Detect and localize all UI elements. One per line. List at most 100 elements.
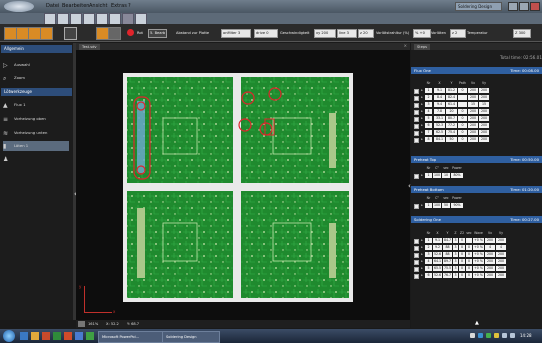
table-cell[interactable]: 0: [459, 266, 465, 271]
table-cell[interactable]: 0: [466, 259, 472, 264]
table-cell[interactable]: 33.1: [434, 116, 445, 121]
table-cell[interactable]: 200: [485, 266, 495, 271]
table-cell[interactable]: 200: [468, 88, 478, 93]
height-field[interactable]: z 2: [450, 29, 466, 38]
tool-heater-bottom[interactable]: ≋ Vorheizung unten: [3, 128, 47, 138]
table-cell[interactable]: 9.1: [433, 238, 442, 243]
media-icon[interactable]: [42, 332, 50, 340]
tool-4-icon[interactable]: [40, 27, 53, 40]
table-cell[interactable]: 0: [458, 109, 467, 114]
table-cell[interactable]: [458, 95, 467, 100]
table-cell[interactable]: 4: [425, 109, 432, 114]
preheat-top-row[interactable]: ▸ 1 100 10 80%: [413, 173, 540, 179]
table-cell[interactable]: 200: [485, 259, 495, 264]
table-cell[interactable]: 200: [479, 130, 489, 135]
table-cell[interactable]: 1: [425, 238, 432, 243]
table-cell[interactable]: 82.4: [446, 95, 457, 100]
table-cell[interactable]: +0 %: [473, 245, 484, 250]
menu-bearbeiten[interactable]: Bearbeiten: [62, 3, 89, 9]
table-cell[interactable]: 4: [496, 245, 506, 250]
minimize-button[interactable]: [508, 2, 518, 11]
table-cell[interactable]: 0: [458, 137, 467, 142]
tray-icon[interactable]: [478, 333, 483, 338]
table-cell[interactable]: 0: [458, 123, 467, 128]
table-cell[interactable]: 0: [466, 266, 472, 271]
row-checkbox[interactable]: [414, 96, 419, 101]
maximize-button[interactable]: [519, 2, 529, 11]
table-cell[interactable]: 2: [425, 245, 432, 250]
table-cell[interactable]: 3: [425, 102, 432, 107]
tool-heater-top[interactable]: ≡ Vorheizung oben: [3, 114, 46, 124]
table-cell[interactable]: 15: [479, 102, 489, 107]
table-cell[interactable]: 3: [453, 245, 458, 250]
table-cell[interactable]: 6: [425, 123, 432, 128]
pb-cell[interactable]: 1: [425, 203, 432, 208]
table-cell[interactable]: 50: [446, 137, 457, 142]
table-cell[interactable]: 0: [458, 88, 467, 93]
pt-cell[interactable]: 10: [442, 173, 450, 178]
close-button[interactable]: [530, 2, 540, 11]
table-cell[interactable]: 88: [443, 245, 452, 250]
table-cell[interactable]: 200: [479, 88, 489, 93]
table-cell[interactable]: 200: [468, 95, 478, 100]
table-cell[interactable]: 81.2: [446, 88, 457, 93]
table-cell[interactable]: 75.4: [446, 130, 457, 135]
tool-auswahl[interactable]: ▷ Auswahl: [3, 60, 30, 70]
table-cell[interactable]: 200: [496, 273, 506, 278]
table-cell[interactable]: +0 %: [473, 259, 484, 264]
table-cell[interactable]: 80.7: [446, 116, 457, 121]
table-cell[interactable]: 89.7: [443, 259, 452, 264]
table-cell[interactable]: 15: [468, 102, 478, 107]
table-cell[interactable]: 0: [466, 252, 472, 257]
table-row[interactable]: ▸ 8 84.1 50 0 200 200: [413, 137, 540, 143]
table-row[interactable]: ▸ 3 52.6 88 3 0 0 +0 % 200 200: [413, 252, 540, 258]
soldering-header[interactable]: Soldering One Time: 00:27.00: [411, 216, 542, 223]
table-cell[interactable]: 200: [485, 273, 495, 278]
network-icon[interactable]: [502, 333, 507, 338]
ie-icon[interactable]: [20, 332, 28, 340]
xy-field[interactable]: xy 200: [314, 29, 336, 38]
table-cell[interactable]: 3: [425, 252, 432, 257]
row-checkbox[interactable]: [414, 253, 419, 258]
table-cell[interactable]: 200: [496, 252, 506, 257]
table-cell[interactable]: 200: [479, 116, 489, 121]
row-checkbox[interactable]: [414, 138, 419, 143]
table-cell[interactable]: 200: [479, 137, 489, 142]
table-cell[interactable]: 200: [468, 109, 478, 114]
table-cell[interactable]: 0: [459, 252, 465, 257]
row-checkbox[interactable]: [414, 124, 419, 129]
preheat-bottom-header[interactable]: Preheat Bottom Time: 01:20.00: [411, 186, 542, 193]
table-cell[interactable]: 0: [466, 245, 472, 250]
folder-icon[interactable]: [31, 332, 39, 340]
table-cell[interactable]: 6: [425, 273, 432, 278]
distance-field[interactable]: onMiter 3: [221, 29, 251, 38]
table-cell[interactable]: 0: [466, 273, 472, 278]
table-cell[interactable]: 3: [453, 238, 458, 243]
temp-field[interactable]: Z 300: [513, 29, 531, 38]
row-checkbox[interactable]: [414, 174, 419, 179]
pb-cell[interactable]: 50: [442, 203, 450, 208]
table-cell[interactable]: 20: [446, 109, 457, 114]
table-cell[interactable]: 3: [453, 259, 458, 264]
table-row[interactable]: ▸ 7 62.5 75.4 0 200 200: [413, 130, 540, 136]
menu-help[interactable]: ?: [128, 3, 131, 9]
table-cell[interactable]: 64.1: [433, 259, 442, 264]
table-cell[interactable]: 0: [458, 116, 467, 121]
table-cell[interactable]: 8.4: [434, 95, 445, 100]
table-cell[interactable]: 200: [479, 123, 489, 128]
table-row[interactable]: ▸ 1 9.1 84.7 3 0 +0 % 200 200: [413, 238, 540, 244]
line-field[interactable]: line 3: [337, 29, 357, 38]
table-cell[interactable]: 1: [425, 88, 432, 93]
table-cell[interactable]: 0: [459, 259, 465, 264]
table-cell[interactable]: 0: [459, 273, 465, 278]
table-cell[interactable]: 3: [453, 273, 458, 278]
row-checkbox[interactable]: [414, 204, 419, 209]
pb-cell[interactable]: 90%: [451, 203, 463, 208]
table-cell[interactable]: 4: [485, 245, 495, 250]
table-cell[interactable]: +0 %: [473, 238, 484, 243]
table-cell[interactable]: 200: [485, 238, 495, 243]
table-cell[interactable]: 0: [459, 238, 465, 243]
table-row[interactable]: ▸ 2 9.2 88 3 0 0 +0 % 4 4: [413, 245, 540, 251]
table-cell[interactable]: [458, 102, 467, 107]
tool-flux[interactable]: ▲ Flux 1: [3, 100, 26, 110]
